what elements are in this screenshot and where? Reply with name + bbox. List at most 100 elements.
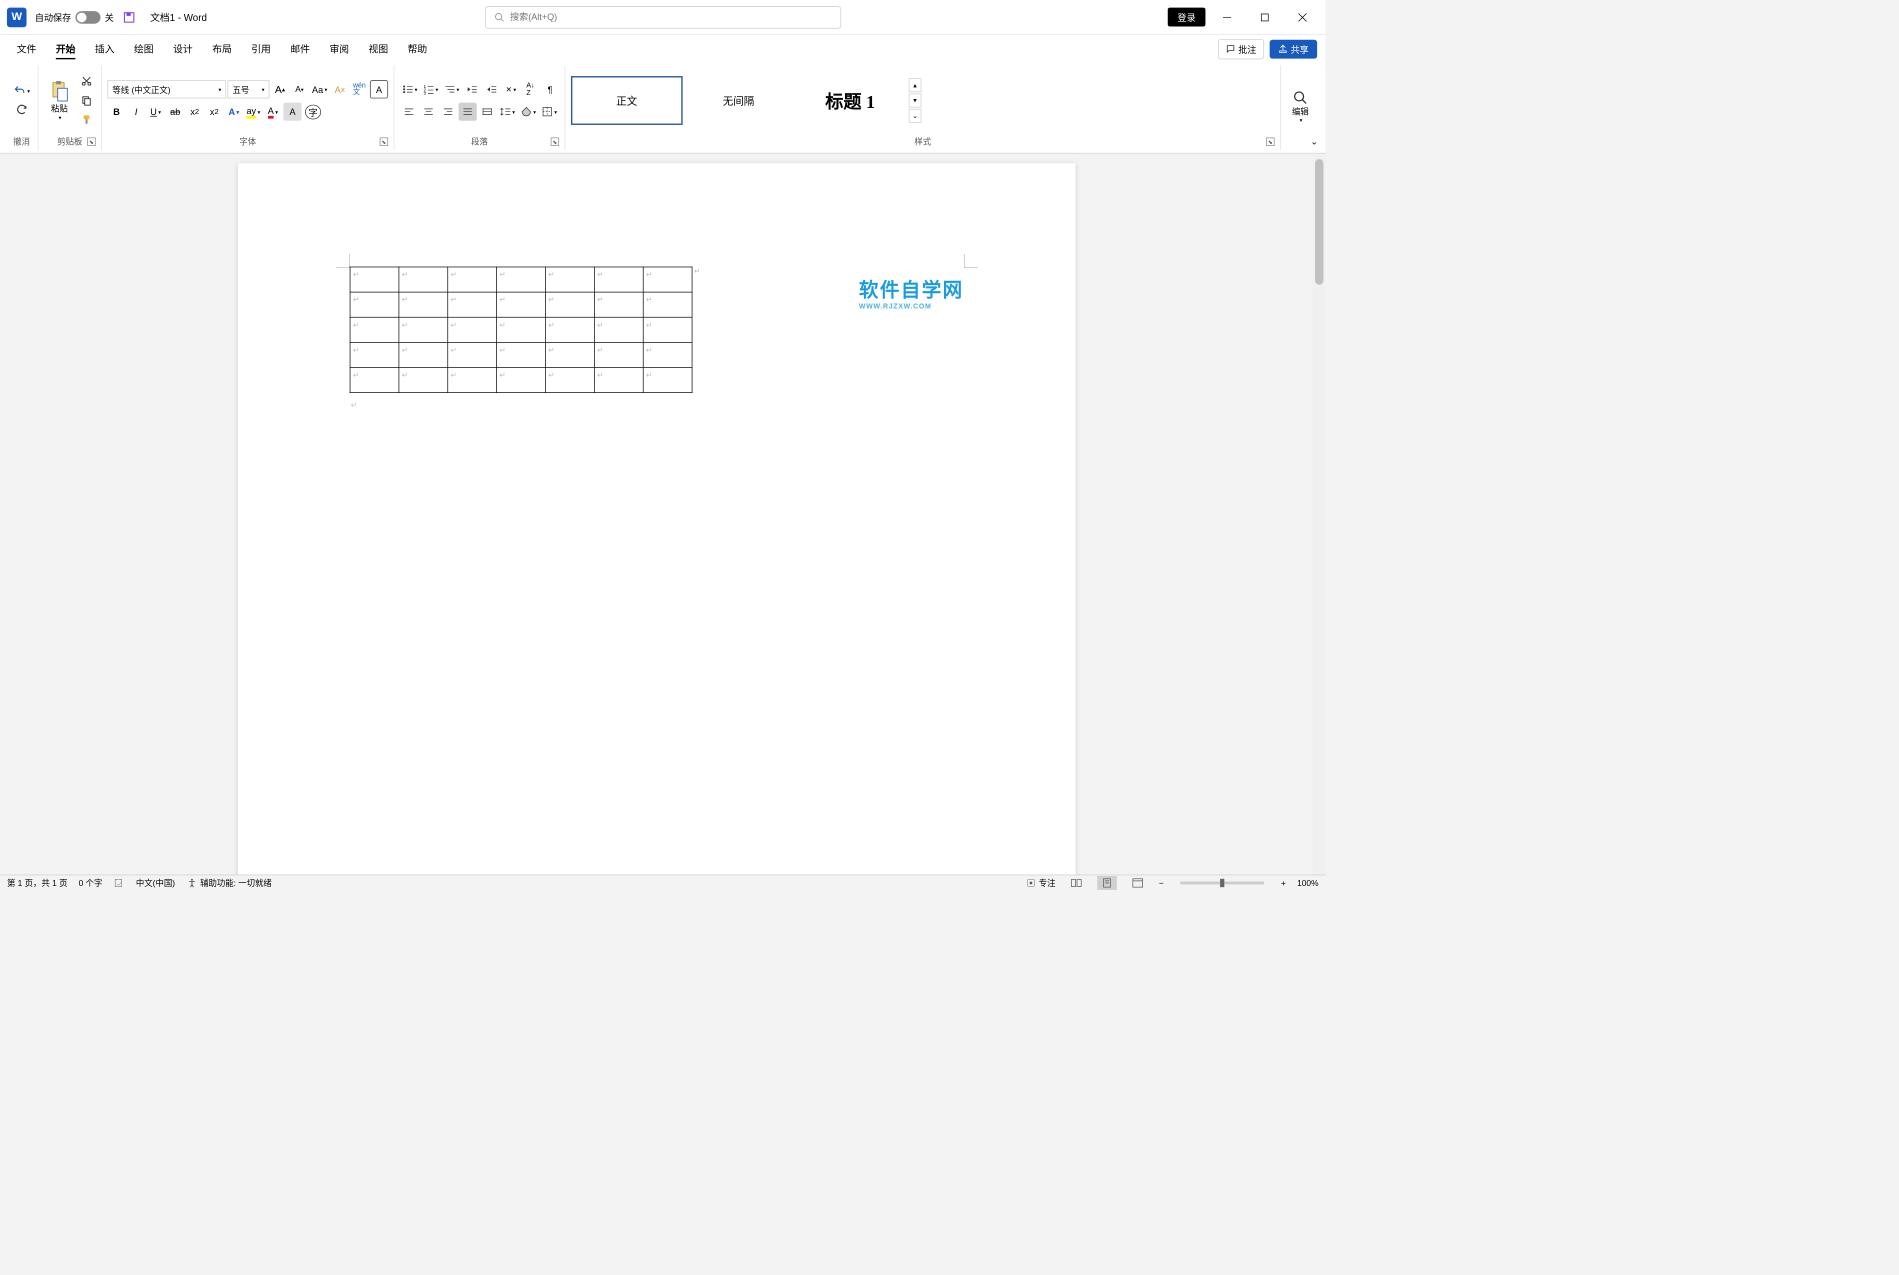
show-marks-button[interactable]: ¶ <box>541 80 559 98</box>
share-button[interactable]: 共享 <box>1270 39 1317 58</box>
table-cell[interactable]: ↵ <box>447 267 496 292</box>
find-button[interactable]: 编辑 ▾ <box>1286 87 1314 126</box>
table-cell[interactable]: ↵ <box>545 267 594 292</box>
table-cell[interactable]: ↵ <box>447 317 496 342</box>
table-cell[interactable]: ↵ <box>350 317 399 342</box>
bullets-button[interactable]: ▾ <box>400 80 420 98</box>
document-table[interactable]: ↵↵↵↵↵↵↵↵↵↵↵↵↵↵↵↵↵↵↵↵↵↵↵↵↵↵↵↵↵↵↵↵↵↵↵ <box>349 267 692 393</box>
clear-format-button[interactable]: Aⅹ <box>331 80 349 98</box>
table-cell[interactable]: ↵ <box>594 292 643 317</box>
table-cell[interactable]: ↵ <box>496 292 545 317</box>
table-cell[interactable]: ↵ <box>399 267 448 292</box>
font-color-button[interactable]: A▾ <box>264 103 282 121</box>
table-cell[interactable]: ↵ <box>643 292 692 317</box>
word-count[interactable]: 0 个字 <box>79 877 103 889</box>
char-border-button[interactable]: A <box>370 80 388 98</box>
justify-button[interactable] <box>459 103 477 121</box>
table-cell[interactable]: ↵ <box>594 367 643 392</box>
comments-button[interactable]: 批注 <box>1218 39 1264 59</box>
table-cell[interactable]: ↵ <box>594 317 643 342</box>
font-family-select[interactable]: 等线 (中文正文)▾ <box>108 80 227 98</box>
collapse-ribbon-button[interactable]: ⌄ <box>1307 135 1321 149</box>
language-status[interactable]: 中文(中国) <box>136 877 175 889</box>
tab-references[interactable]: 引用 <box>243 38 279 60</box>
web-layout-button[interactable] <box>1128 876 1148 890</box>
subscript-button[interactable]: x2 <box>186 103 204 121</box>
tab-view[interactable]: 视图 <box>360 38 396 60</box>
zoom-level[interactable]: 100% <box>1297 878 1318 888</box>
login-button[interactable]: 登录 <box>1168 8 1206 27</box>
increase-indent-button[interactable] <box>482 80 500 98</box>
distribute-button[interactable] <box>478 103 496 121</box>
styles-scroll-down[interactable]: ▾ <box>909 94 922 108</box>
vertical-scrollbar[interactable] <box>1313 154 1326 875</box>
undo-button[interactable]: ▾ <box>11 82 32 100</box>
table-cell[interactable]: ↵ <box>350 367 399 392</box>
strikethrough-button[interactable]: ab <box>166 103 184 121</box>
zoom-slider[interactable] <box>1181 881 1265 884</box>
table-cell[interactable]: ↵ <box>545 317 594 342</box>
focus-mode-button[interactable]: 专注 <box>1026 877 1055 889</box>
styles-launcher[interactable]: ⬊ <box>1266 138 1274 146</box>
table-cell[interactable]: ↵ <box>545 292 594 317</box>
text-effects-button[interactable]: A▾ <box>225 103 243 121</box>
tab-review[interactable]: 审阅 <box>321 38 357 60</box>
phonetic-guide-button[interactable]: wén文 <box>350 80 368 98</box>
table-cell[interactable]: ↵ <box>350 267 399 292</box>
tab-draw[interactable]: 绘图 <box>126 38 162 60</box>
copy-button[interactable] <box>77 91 95 109</box>
document-workspace[interactable]: ↵↵↵↵↵↵↵↵↵↵↵↵↵↵↵↵↵↵↵↵↵↵↵↵↵↵↵↵↵↵↵↵↵↵↵ ↵ ↵ … <box>0 154 1313 875</box>
zoom-out-button[interactable]: − <box>1159 878 1164 888</box>
table-cell[interactable]: ↵ <box>643 342 692 367</box>
table-cell[interactable]: ↵ <box>496 367 545 392</box>
tab-design[interactable]: 设计 <box>165 38 201 60</box>
accessibility-status[interactable]: 辅助功能: 一切就绪 <box>186 877 272 889</box>
table-cell[interactable]: ↵ <box>594 342 643 367</box>
change-case-button[interactable]: Aa▾ <box>310 80 329 98</box>
borders-button[interactable]: ▾ <box>540 103 560 121</box>
read-mode-button[interactable] <box>1067 876 1087 890</box>
table-cell[interactable]: ↵ <box>643 367 692 392</box>
table-cell[interactable]: ↵ <box>399 292 448 317</box>
tab-layout[interactable]: 布局 <box>204 38 240 60</box>
close-button[interactable] <box>1286 3 1318 31</box>
minimize-button[interactable] <box>1211 3 1243 31</box>
scrollbar-thumb[interactable] <box>1315 159 1323 285</box>
table-cell[interactable]: ↵ <box>496 342 545 367</box>
clipboard-launcher[interactable]: ⬊ <box>87 138 95 146</box>
table-cell[interactable]: ↵ <box>447 292 496 317</box>
table-cell[interactable]: ↵ <box>399 342 448 367</box>
table-cell[interactable]: ↵ <box>350 342 399 367</box>
table-cell[interactable]: ↵ <box>643 317 692 342</box>
tab-insert[interactable]: 插入 <box>87 38 123 60</box>
font-launcher[interactable]: ⬊ <box>380 138 388 146</box>
save-button[interactable] <box>122 10 136 24</box>
tab-file[interactable]: 文件 <box>8 38 44 60</box>
asian-layout-button[interactable]: ✕▾ <box>502 80 520 98</box>
style-normal[interactable]: 正文 <box>571 76 683 125</box>
superscript-button[interactable]: x2 <box>205 103 223 121</box>
maximize-button[interactable] <box>1249 3 1281 31</box>
style-no-spacing[interactable]: 无间隔 <box>683 76 795 125</box>
spell-check-icon[interactable] <box>114 877 125 888</box>
print-layout-button[interactable] <box>1097 876 1117 890</box>
italic-button[interactable]: I <box>127 103 145 121</box>
tab-help[interactable]: 帮助 <box>399 38 435 60</box>
shading-button[interactable]: ▾ <box>519 103 539 121</box>
tab-mailings[interactable]: 邮件 <box>282 38 318 60</box>
table-cell[interactable]: ↵ <box>594 267 643 292</box>
highlight-button[interactable]: ay▾ <box>244 103 262 121</box>
zoom-handle[interactable] <box>1220 878 1224 886</box>
table-cell[interactable]: ↵ <box>496 317 545 342</box>
table-cell[interactable]: ↵ <box>350 292 399 317</box>
redo-button[interactable] <box>13 101 31 119</box>
table-cell[interactable]: ↵ <box>399 367 448 392</box>
tab-home[interactable]: 开始 <box>47 38 83 60</box>
style-heading1[interactable]: 标题 1 <box>794 76 906 125</box>
table-cell[interactable]: ↵ <box>496 267 545 292</box>
align-left-button[interactable] <box>400 103 418 121</box>
autosave-toggle[interactable]: 自动保存 关 <box>35 10 114 23</box>
paste-button[interactable]: 粘贴 ▾ <box>44 77 75 123</box>
char-shading-button[interactable]: A <box>283 103 301 121</box>
shrink-font-button[interactable]: A▾ <box>290 80 308 98</box>
